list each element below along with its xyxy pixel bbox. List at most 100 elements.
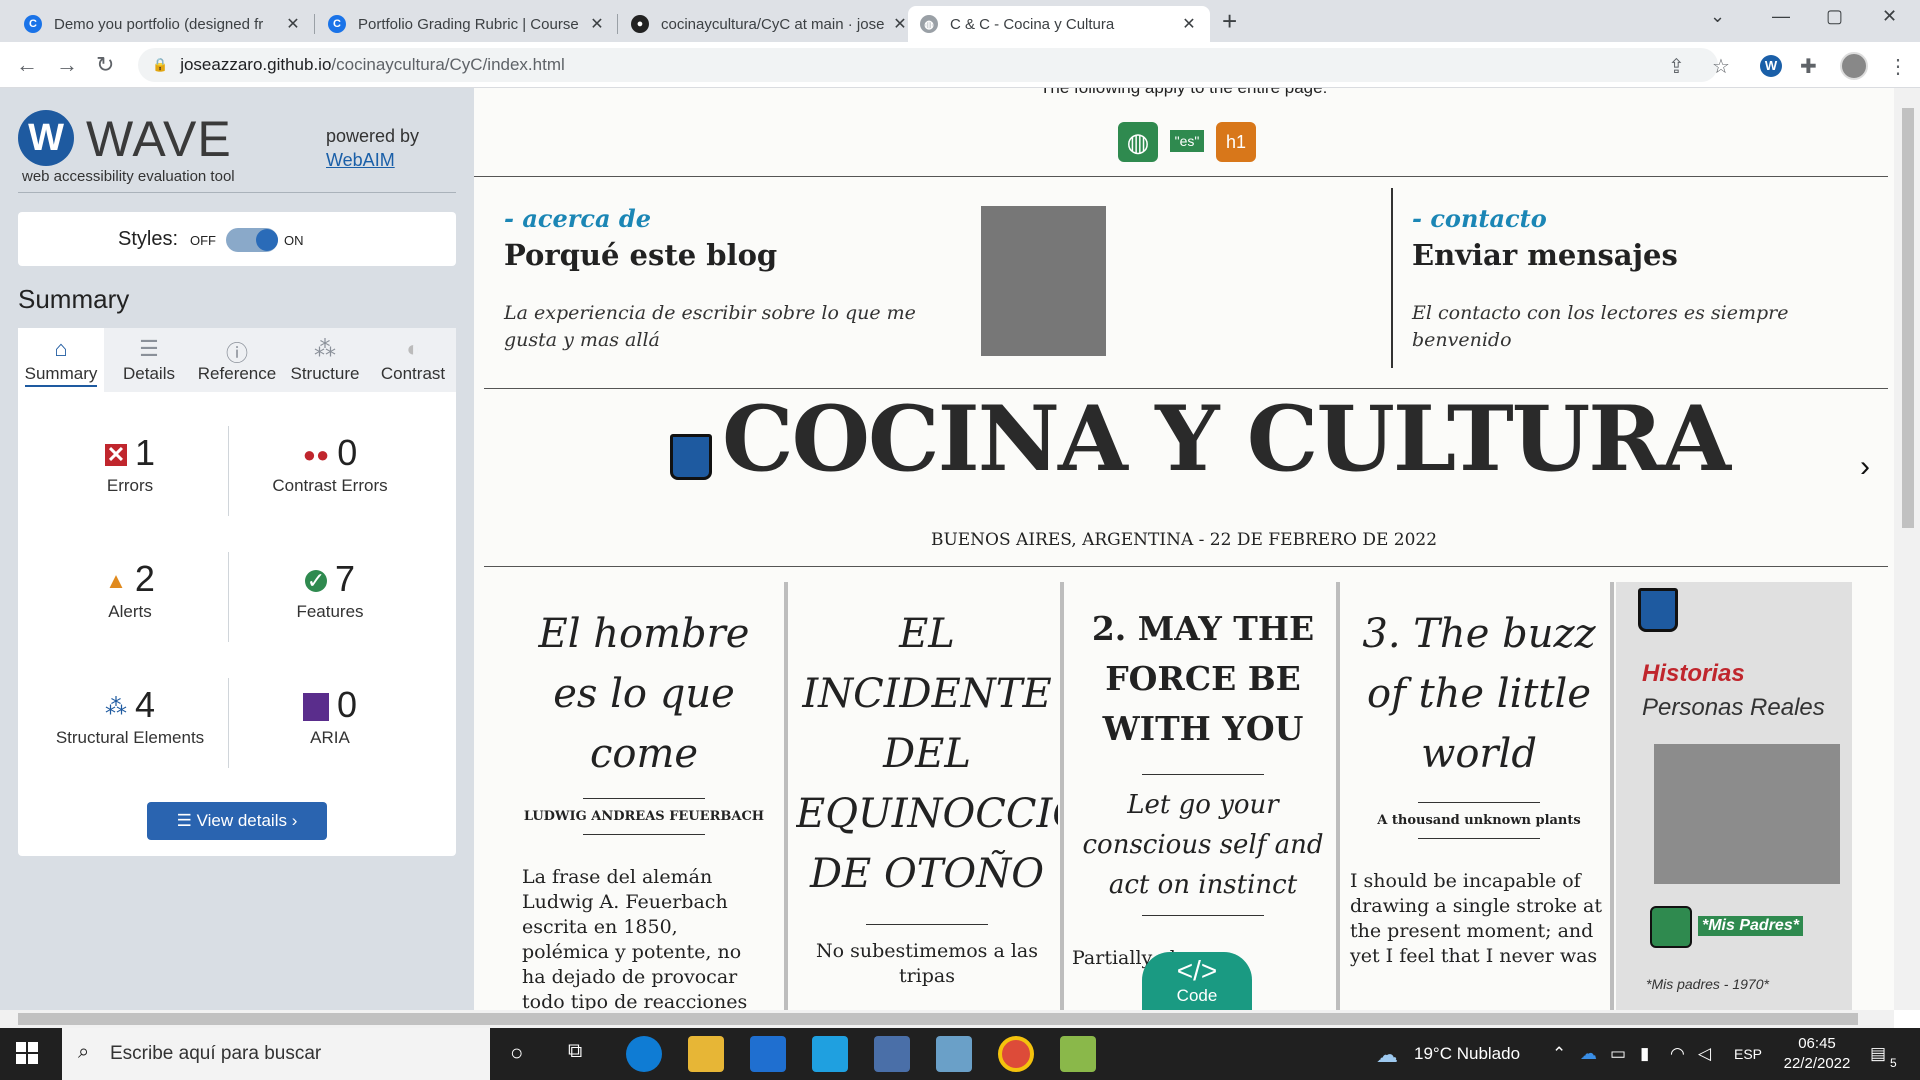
code-icon: </> xyxy=(1176,955,1218,986)
image-alt-icon[interactable] xyxy=(1650,906,1692,948)
aria-count: 0 xyxy=(336,684,358,725)
about-heading[interactable]: Porqué este blog xyxy=(504,238,777,272)
aria-stat[interactable]: 0 ARIA xyxy=(230,684,430,748)
tab-structure[interactable]: ⁂ Structure xyxy=(282,328,368,392)
wave-subtitle: web accessibility evaluation tool xyxy=(22,168,235,185)
tab-search-icon[interactable]: ⌄ xyxy=(1710,6,1725,27)
toggle-knob xyxy=(256,229,278,251)
lock-icon[interactable]: 🔒 xyxy=(152,57,168,73)
styles-off-label: OFF xyxy=(190,233,216,248)
tab-title: cocinaycultura/CyC at main · jose xyxy=(661,15,885,33)
url-path: /cocinaycultura/CyC/index.html xyxy=(331,55,565,74)
article-title[interactable]: 2. MAY THE FORCE BE WITH YOU xyxy=(1072,604,1334,754)
chrome-taskbar-icon[interactable] xyxy=(998,1036,1034,1072)
browser-tab-2[interactable]: C Portfolio Grading Rubric | Course ✕ xyxy=(316,6,618,42)
article-title[interactable]: 3. The buzz of the little world xyxy=(1350,604,1608,784)
wave-extension-icon[interactable]: W xyxy=(1760,55,1782,77)
scroll-thumb[interactable] xyxy=(18,1013,1858,1025)
app-feather-icon[interactable] xyxy=(874,1036,910,1072)
input-language[interactable]: ESP xyxy=(1734,1046,1762,1062)
edge-icon[interactable] xyxy=(626,1036,662,1072)
tab-details[interactable]: ☰ Details xyxy=(106,328,192,392)
view-details-button[interactable]: ☰ View details › xyxy=(147,802,327,840)
structure-aside-icon[interactable] xyxy=(1638,588,1678,632)
app-l-icon[interactable] xyxy=(812,1036,848,1072)
forward-icon[interactable]: → xyxy=(56,52,78,78)
errors-stat[interactable]: ✕ 1 Errors xyxy=(30,432,230,496)
structural-stat[interactable]: ⁂ 4 Structural Elements xyxy=(30,684,230,748)
menu-kebab-icon[interactable]: ⋮ xyxy=(1888,54,1908,79)
extensions-puzzle-icon[interactable]: ✚ xyxy=(1800,54,1817,79)
browser-tab-strip: C Demo you portfolio (designed fr ✕ C Po… xyxy=(0,0,1920,42)
tab-label: Structure xyxy=(290,364,360,383)
next-arrow-icon[interactable]: › xyxy=(1860,450,1870,484)
weather-text[interactable]: 19°C Nublado xyxy=(1414,1044,1520,1064)
styles-toggle[interactable] xyxy=(226,228,278,252)
browser-toolbar: ← → ↻ 🔒 joseazzaro.github.io/cocinaycult… xyxy=(0,42,1920,88)
task-view-icon[interactable]: ⧉ xyxy=(568,1040,582,1063)
address-bar[interactable]: 🔒 joseazzaro.github.io/cocinaycultura/Cy… xyxy=(138,48,1718,82)
language-globe-icon[interactable]: ◍ xyxy=(1118,122,1158,162)
aria-label: ARIA xyxy=(310,728,350,747)
scroll-thumb[interactable] xyxy=(1902,108,1914,528)
contact-heading[interactable]: Enviar mensajes xyxy=(1412,238,1678,272)
tab-reference[interactable]: ⓘ Reference xyxy=(194,328,280,392)
chrome-icon: C xyxy=(24,15,42,33)
show-hidden-icons-icon[interactable]: ⌃ xyxy=(1552,1044,1566,1064)
share-icon[interactable]: ⇪ xyxy=(1668,54,1685,79)
taskbar-search-input[interactable]: ⌕ Escribe aquí para buscar xyxy=(62,1028,490,1080)
volume-icon[interactable]: ◁ xyxy=(1698,1044,1711,1064)
article-column-2: EL INCIDENTE DEL EQUINOCCIO DE OTOÑO No … xyxy=(796,604,1058,989)
lang-es-badge[interactable]: "es" xyxy=(1170,130,1204,152)
bookmark-star-icon[interactable]: ☆ xyxy=(1712,54,1730,79)
tab-title: C & C - Cocina y Cultura xyxy=(950,15,1115,33)
horizontal-scrollbar[interactable] xyxy=(0,1010,1894,1028)
contrast-errors-stat[interactable]: ●● 0 Contrast Errors xyxy=(230,432,430,496)
file-explorer-icon[interactable] xyxy=(688,1036,724,1072)
close-tab-icon[interactable]: ✕ xyxy=(1180,14,1198,34)
paint-icon[interactable] xyxy=(1060,1036,1096,1072)
mail-icon[interactable] xyxy=(750,1036,786,1072)
code-toggle-button[interactable]: </> Code xyxy=(1142,952,1252,1010)
aria-cube-icon xyxy=(302,693,329,722)
article-title[interactable]: El hombre es lo que come xyxy=(522,604,766,784)
notifications-icon[interactable]: ▤ xyxy=(1870,1044,1886,1064)
windows-start-icon[interactable] xyxy=(16,1042,38,1064)
browser-tab-1[interactable]: C Demo you portfolio (designed fr ✕ xyxy=(12,6,314,42)
parents-photo xyxy=(1654,744,1840,884)
vertical-scrollbar[interactable] xyxy=(1894,88,1920,1010)
onedrive-icon[interactable]: ☁ xyxy=(1580,1044,1597,1064)
minimize-icon[interactable]: — xyxy=(1772,6,1790,27)
meet-now-icon[interactable]: ▭ xyxy=(1610,1044,1626,1064)
tab-summary[interactable]: ⌂ Summary xyxy=(18,328,104,392)
close-tab-icon[interactable]: ✕ xyxy=(588,14,606,34)
close-window-icon[interactable]: ✕ xyxy=(1882,6,1897,27)
powered-by-label: powered by xyxy=(326,126,420,146)
tab-title: Portfolio Grading Rubric | Course xyxy=(358,15,579,33)
tab-contrast[interactable]: ◐ Contrast xyxy=(370,328,456,392)
webaim-link[interactable]: WebAIM xyxy=(326,150,395,171)
h1-alert-badge[interactable]: h1 xyxy=(1216,122,1256,162)
cloud-weather-icon[interactable]: ☁ xyxy=(1376,1042,1398,1068)
alerts-stat[interactable]: ▲ 2 Alerts xyxy=(30,558,230,622)
profile-avatar[interactable] xyxy=(1840,52,1868,80)
browser-tab-active[interactable]: ◍ C & C - Cocina y Cultura ✕ xyxy=(908,6,1210,42)
close-tab-icon[interactable]: ✕ xyxy=(284,14,302,34)
article-title[interactable]: EL INCIDENTE DEL EQUINOCCIO DE OTOÑO xyxy=(796,604,1058,904)
back-icon[interactable]: ← xyxy=(16,52,38,78)
browser-tab-3[interactable]: ● cocinaycultura/CyC at main · jose ✕ xyxy=(619,6,921,42)
app-document-icon[interactable] xyxy=(936,1036,972,1072)
new-tab-button[interactable]: + xyxy=(1222,6,1237,37)
battery-icon[interactable]: ▮ xyxy=(1640,1044,1649,1064)
windows-taskbar: ⌕ Escribe aquí para buscar ○ ⧉ ☁ 19°C Nu… xyxy=(0,1028,1920,1080)
cortana-icon[interactable]: ○ xyxy=(510,1040,523,1066)
reload-icon[interactable]: ↻ xyxy=(96,52,114,78)
structure-header-icon[interactable] xyxy=(670,434,712,480)
clock[interactable]: 06:45 22/2/2022 xyxy=(1772,1034,1862,1074)
maximize-icon[interactable]: ▢ xyxy=(1826,6,1843,27)
close-tab-icon[interactable]: ✕ xyxy=(891,14,909,34)
view-details-label: View details › xyxy=(196,811,298,830)
divider xyxy=(1418,838,1540,839)
wifi-icon[interactable]: ◠ xyxy=(1670,1044,1685,1064)
features-stat[interactable]: ✓ 7 Features xyxy=(230,558,430,622)
